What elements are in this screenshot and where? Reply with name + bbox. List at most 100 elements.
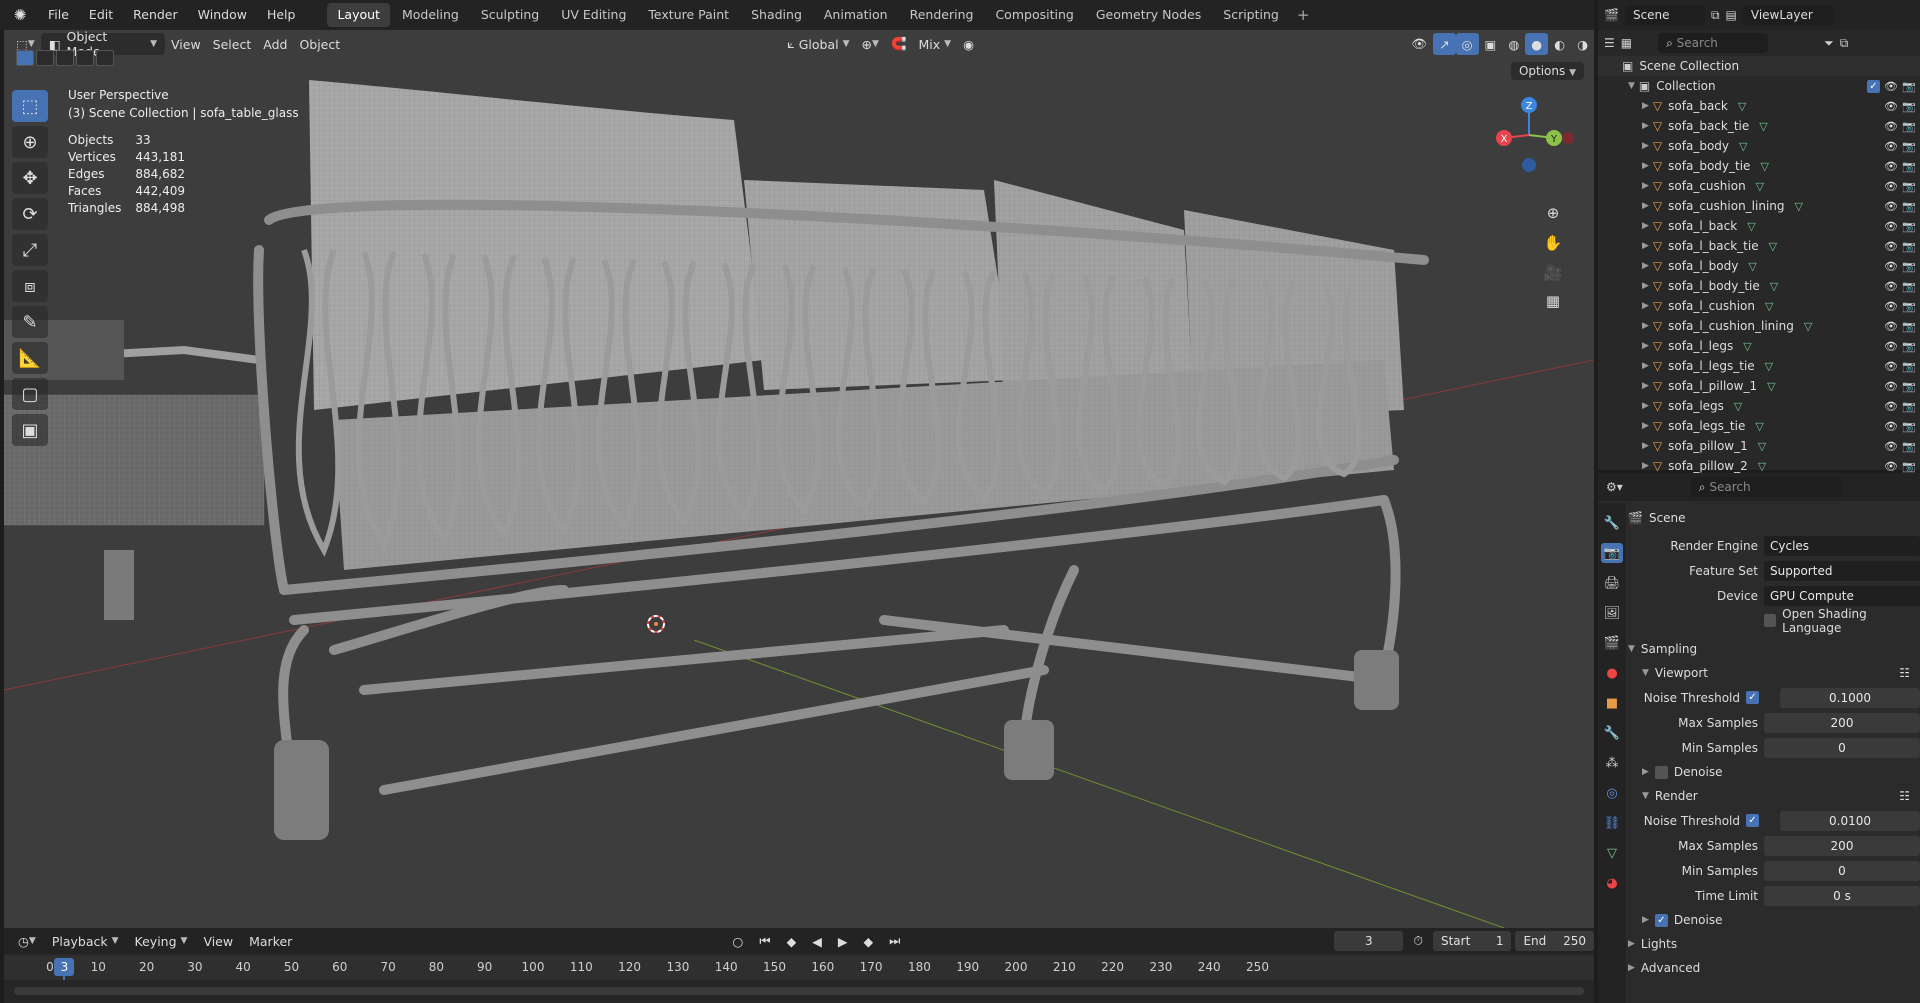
properties-editor-icon[interactable]: ⚙▾ xyxy=(1606,480,1623,494)
camera-icon[interactable]: 📷 xyxy=(1902,140,1916,153)
eye-icon[interactable]: 👁 xyxy=(1884,320,1898,333)
outliner-item-sofa-pillow-1[interactable]: ▶ ▽ sofa_pillow_1 ▽ 👁 📷 xyxy=(1598,436,1920,456)
measure-tool-icon[interactable]: 📐 xyxy=(12,342,48,374)
r-min-samples-field[interactable]: 0 xyxy=(1764,860,1920,881)
render-tab-icon[interactable]: 📷 xyxy=(1601,543,1623,563)
eye-icon[interactable]: 👁 xyxy=(1884,240,1898,253)
menu-file[interactable]: File xyxy=(38,0,79,30)
lights-section[interactable]: ▶ Lights xyxy=(1628,932,1920,956)
pivot-icon[interactable]: ⊕ ▼ xyxy=(856,33,885,55)
eye-icon[interactable]: 👁 xyxy=(1884,300,1898,313)
shading-rendered-icon[interactable]: ◑ xyxy=(1571,33,1594,55)
data-tab-icon[interactable]: ▽ xyxy=(1601,843,1623,863)
timeline-view-menu[interactable]: View xyxy=(197,930,239,952)
material-tab-icon[interactable]: ◕ xyxy=(1601,873,1623,893)
camera-icon[interactable]: 📷 xyxy=(1902,420,1916,433)
camera-icon[interactable]: 📷 xyxy=(1902,320,1916,333)
shading-wireframe-icon[interactable]: ◍ xyxy=(1502,33,1525,55)
menu-window[interactable]: Window xyxy=(188,0,257,30)
outliner-item-sofa-l-pillow-1[interactable]: ▶ ▽ sofa_l_pillow_1 ▽ 👁 📷 xyxy=(1598,376,1920,396)
expand-arrow-icon[interactable]: ▶ xyxy=(1642,341,1649,351)
scene-tab-icon[interactable]: 🎬 xyxy=(1601,633,1623,653)
outliner-item-sofa-back-tie[interactable]: ▶ ▽ sofa_back_tie ▽ 👁 📷 xyxy=(1598,116,1920,136)
list-icon[interactable]: ☷ xyxy=(1899,789,1910,803)
tab-uv-editing[interactable]: UV Editing xyxy=(551,3,636,27)
current-frame-field[interactable]: 3 xyxy=(1334,931,1404,951)
outliner-item-sofa-body[interactable]: ▶ ▽ sofa_body ▽ 👁 📷 xyxy=(1598,136,1920,156)
expand-arrow-icon[interactable]: ▶ xyxy=(1642,201,1649,211)
vp-noise-field[interactable]: 0.1000 xyxy=(1780,687,1920,708)
add-object-tool-icon[interactable]: ▣ xyxy=(12,414,48,446)
outliner-item-sofa-cushion-lining[interactable]: ▶ ▽ sofa_cushion_lining ▽ 👁 📷 xyxy=(1598,196,1920,216)
select-intersect-icon[interactable] xyxy=(96,50,114,66)
menu-object[interactable]: Object xyxy=(293,33,346,55)
constraints-tab-icon[interactable]: ⛓ xyxy=(1601,813,1623,833)
eye-icon[interactable]: 👁 xyxy=(1884,360,1898,373)
camera-icon[interactable]: 📷 xyxy=(1902,300,1916,313)
eye-icon[interactable]: 👁 xyxy=(1884,80,1898,93)
auto-key-icon[interactable]: ○ xyxy=(726,930,749,952)
expand-arrow-icon[interactable]: ▶ xyxy=(1642,261,1649,271)
tab-animation[interactable]: Animation xyxy=(814,3,898,27)
camera-icon[interactable]: 📷 xyxy=(1902,400,1916,413)
expand-arrow-icon[interactable]: ▶ xyxy=(1642,121,1649,131)
clock-icon[interactable]: ◷ ▼ xyxy=(12,930,42,952)
navigation-gizmo[interactable]: Z X Y ⊕ ✋ 🎥 ▦ xyxy=(1484,90,1574,310)
visibility-icon[interactable]: 👁 xyxy=(1405,33,1433,55)
particles-tab-icon[interactable]: ⁂ xyxy=(1601,753,1623,773)
expand-arrow-icon[interactable]: ▶ xyxy=(1642,141,1649,151)
viewport-subsection[interactable]: ▼ Viewport ☷ xyxy=(1628,661,1920,685)
camera-icon[interactable]: 📷 xyxy=(1902,80,1916,93)
start-frame-field[interactable]: Start 1 xyxy=(1432,931,1512,951)
menu-edit[interactable]: Edit xyxy=(79,0,123,30)
tab-sculpting[interactable]: Sculpting xyxy=(471,3,549,27)
view-layer-icon[interactable]: ▤ xyxy=(1726,8,1737,22)
camera-icon[interactable]: 📷 xyxy=(1902,260,1916,273)
outliner-item-sofa-l-back[interactable]: ▶ ▽ sofa_l_back ▽ 👁 📷 xyxy=(1598,216,1920,236)
device-dropdown[interactable]: GPU Compute xyxy=(1764,585,1920,606)
new-collection-icon[interactable]: ⧉ xyxy=(1840,36,1849,51)
select-invert-icon[interactable] xyxy=(76,50,94,66)
scene-selector[interactable]: Scene xyxy=(1624,5,1705,25)
eye-icon[interactable]: 👁 xyxy=(1884,440,1898,453)
filter-view-icon[interactable]: ▦ xyxy=(1621,36,1632,50)
outliner-item-sofa-l-legs[interactable]: ▶ ▽ sofa_l_legs ▽ 👁 📷 xyxy=(1598,336,1920,356)
expand-arrow-icon[interactable]: ▶ xyxy=(1642,461,1649,471)
jump-keyframe-forward-icon[interactable]: ◆ xyxy=(857,930,879,952)
timeline-track-area[interactable] xyxy=(4,980,1594,1003)
modifier-tab-icon[interactable]: 🔧 xyxy=(1601,723,1623,743)
menu-view[interactable]: View xyxy=(165,33,207,55)
expand-arrow-icon[interactable]: ▶ xyxy=(1642,281,1649,291)
collection-row[interactable]: ▼ ▣ Collection ✓ 👁 📷 xyxy=(1598,76,1920,96)
expand-arrow-icon[interactable]: ▶ xyxy=(1642,221,1649,231)
camera-icon[interactable]: 📷 xyxy=(1902,240,1916,253)
feature-set-dropdown[interactable]: Supported xyxy=(1764,560,1920,581)
snap-target-dropdown[interactable]: Mix ▼ xyxy=(913,33,958,55)
camera-icon[interactable]: 📷 xyxy=(1902,280,1916,293)
outliner-item-sofa-l-legs-tie[interactable]: ▶ ▽ sofa_l_legs_tie ▽ 👁 📷 xyxy=(1598,356,1920,376)
outliner-item-sofa-legs[interactable]: ▶ ▽ sofa_legs ▽ 👁 📷 xyxy=(1598,396,1920,416)
blender-logo-icon[interactable]: ✺ xyxy=(8,4,32,26)
rotate-tool-icon[interactable]: ⟳ xyxy=(12,198,48,230)
options-dropdown[interactable]: Options ▼ xyxy=(1510,62,1584,80)
play-reverse-icon[interactable]: ◀ xyxy=(806,930,828,952)
expand-arrow-icon[interactable]: ▶ xyxy=(1642,181,1649,191)
menu-add[interactable]: Add xyxy=(257,33,293,55)
exclude-checkbox[interactable]: ✓ xyxy=(1867,79,1880,93)
tool-tab-icon[interactable]: 🔧 xyxy=(1601,513,1623,533)
eye-icon[interactable]: 👁 xyxy=(1884,460,1898,473)
menu-help[interactable]: Help xyxy=(257,0,306,30)
play-icon[interactable]: ▶ xyxy=(832,930,854,952)
eye-icon[interactable]: 👁 xyxy=(1884,100,1898,113)
view-layer-tab-icon[interactable]: 🖼 xyxy=(1601,603,1623,623)
scale-tool-icon[interactable]: ⤢ xyxy=(12,234,48,266)
camera-icon[interactable]: 📷 xyxy=(1902,220,1916,233)
world-tab-icon[interactable]: ● xyxy=(1601,663,1623,683)
tab-rendering[interactable]: Rendering xyxy=(900,3,984,27)
tab-geometry-nodes[interactable]: Geometry Nodes xyxy=(1086,3,1211,27)
eye-icon[interactable]: 👁 xyxy=(1884,420,1898,433)
object-tab-icon[interactable]: ■ xyxy=(1601,693,1623,713)
expand-arrow-icon[interactable]: ▶ xyxy=(1642,381,1649,391)
orientation-dropdown[interactable]: ⟀ Global ▼ xyxy=(781,33,855,55)
outliner-item-sofa-l-body[interactable]: ▶ ▽ sofa_l_body ▽ 👁 📷 xyxy=(1598,256,1920,276)
